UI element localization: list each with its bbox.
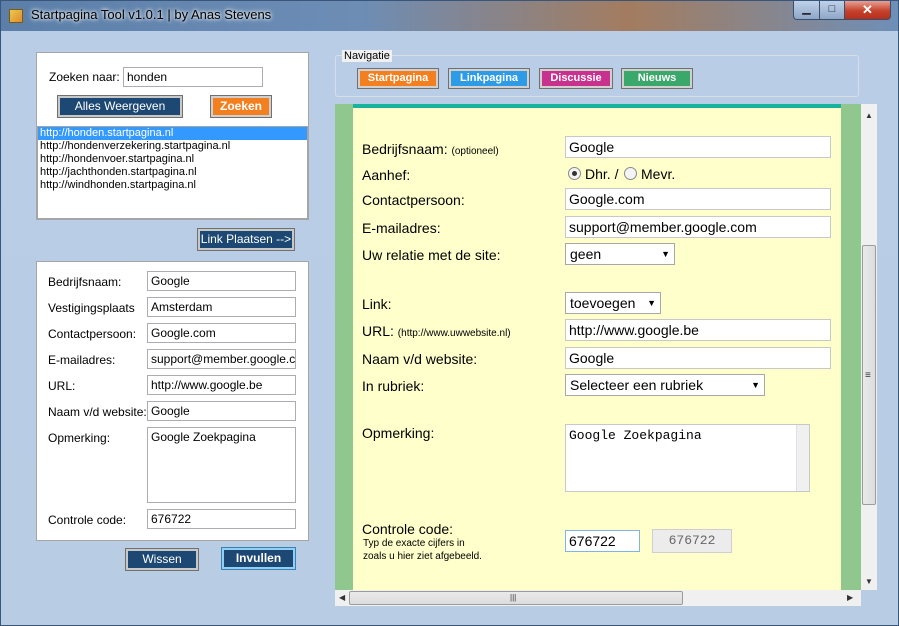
web-link-label: Link: — [362, 296, 392, 312]
web-salutation-label: Aanhef: — [362, 167, 411, 183]
location-field[interactable]: Amsterdam — [147, 297, 296, 317]
web-url-note: (http://www.uwwebsite.nl) — [397, 328, 511, 339]
radio-dhr[interactable] — [568, 167, 581, 180]
web-remark-label: Opmerking: — [362, 425, 435, 441]
vertical-grip-icon: ≡ — [865, 370, 871, 381]
chevron-down-icon: ▼ — [661, 249, 670, 259]
web-remark-text: Google Zoekpagina — [569, 428, 702, 443]
result-item[interactable]: http://honden.startpagina.nl — [38, 127, 307, 140]
email-label: E-mailadres: — [48, 353, 116, 367]
web-code-input[interactable]: 676722 — [565, 530, 640, 552]
maximize-button[interactable]: □ — [819, 1, 845, 20]
web-site-name-input[interactable]: Google — [565, 347, 831, 369]
link-select[interactable]: toevoegen ▼ — [565, 292, 661, 314]
nav-startpagina-button[interactable]: Startpagina — [357, 68, 439, 89]
chevron-down-icon: ▼ — [647, 298, 656, 308]
web-email-label: E-mailadres: — [362, 220, 441, 236]
web-contact-input[interactable]: Google.com — [565, 188, 831, 210]
remark-field[interactable]: Google Zoekpagina — [147, 427, 296, 503]
result-item[interactable]: http://jachthonden.startpagina.nl — [38, 166, 307, 179]
right-green-border — [841, 104, 861, 590]
web-company-label: Bedrijfsnaam: (optioneel) — [362, 141, 499, 157]
place-link-button[interactable]: Link Plaatsen --> — [197, 228, 295, 251]
web-email-input[interactable]: support@member.google.com — [565, 216, 831, 238]
code-field[interactable]: 676722 — [147, 509, 296, 529]
remark-label: Opmerking: — [48, 431, 111, 445]
company-field[interactable]: Google — [147, 271, 296, 291]
web-url-label: URL: (http://www.uwwebsite.nl) — [362, 323, 511, 339]
scroll-left-icon[interactable]: ◀ — [339, 593, 345, 602]
url-field[interactable]: http://www.google.be — [147, 375, 296, 395]
web-site-name-label: Naam v/d website: — [362, 351, 478, 367]
website-name-label: Naam v/d website: — [48, 405, 147, 419]
link-select-value: toevoegen — [570, 295, 636, 311]
scroll-right-icon[interactable]: ▶ — [847, 593, 853, 602]
radio-dhr-label: Dhr. / — [585, 166, 619, 182]
web-category-label: In rubriek: — [362, 378, 425, 394]
website-name-field[interactable]: Google — [147, 401, 296, 421]
radio-mevr-label: Mevr. — [641, 166, 676, 182]
horizontal-grip-icon: ||| — [510, 593, 517, 602]
captcha-image: 676722 — [652, 529, 732, 553]
category-select[interactable]: Selecteer een rubriek ▼ — [565, 374, 765, 396]
relation-select-value: geen — [570, 246, 602, 262]
close-button[interactable]: ✕ — [844, 1, 891, 20]
result-item[interactable]: http://hondenverzekering.startpagina.nl — [38, 140, 307, 153]
results-listbox[interactable]: http://honden.startpagina.nl http://hond… — [37, 126, 308, 219]
title-bar[interactable]: Startpagina Tool v1.0.1 | by Anas Steven… — [1, 1, 898, 31]
navigation-title: Navigatie — [342, 50, 392, 62]
radio-mevr[interactable] — [624, 167, 637, 180]
company-label: Bedrijfsnaam: — [48, 275, 122, 289]
web-company-note: (optioneel) — [451, 146, 499, 157]
scroll-down-icon[interactable]: ▼ — [865, 577, 873, 586]
minimize-button[interactable]: ▁ — [793, 1, 820, 20]
search-input[interactable]: honden — [123, 67, 263, 87]
show-all-button[interactable]: Alles Weergeven — [57, 95, 183, 118]
result-item[interactable]: http://hondenvoer.startpagina.nl — [38, 153, 307, 166]
scroll-up-icon[interactable]: ▲ — [865, 111, 873, 120]
category-select-value: Selecteer een rubriek — [570, 377, 704, 393]
search-label: Zoeken naar: — [49, 70, 120, 84]
clear-button[interactable]: Wissen — [125, 548, 199, 571]
nav-discussie-button[interactable]: Discussie — [539, 68, 613, 89]
app-icon — [9, 9, 23, 23]
web-url-input[interactable]: http://www.google.be — [565, 319, 831, 341]
web-company-input[interactable]: Google — [565, 136, 831, 158]
location-label: Vestigingsplaats — [48, 301, 135, 315]
web-relation-label: Uw relatie met de site: — [362, 247, 501, 263]
code-hint-line2: zoals u hier ziet afgebeeld. — [363, 551, 482, 562]
web-contact-label: Contactpersoon: — [362, 192, 465, 208]
web-remark-textarea[interactable]: Google Zoekpagina — [565, 424, 810, 492]
relation-select[interactable]: geen ▼ — [565, 243, 675, 265]
contact-field[interactable]: Google.com — [147, 323, 296, 343]
url-label: URL: — [48, 379, 76, 393]
email-field[interactable]: support@member.google.com — [147, 349, 296, 369]
code-hint-line1: Typ de exacte cijfers in — [363, 538, 465, 549]
code-label: Controle code: — [48, 513, 127, 527]
web-code-label: Controle code: — [362, 521, 454, 537]
search-button[interactable]: Zoeken — [210, 95, 272, 118]
web-browser[interactable]: Bedrijfsnaam: (optioneel) Google Aanhef:… — [335, 104, 861, 606]
contact-label: Contactpersoon: — [48, 327, 137, 341]
result-item[interactable]: http://windhonden.startpagina.nl — [38, 179, 307, 192]
fill-button[interactable]: Invullen — [221, 547, 296, 570]
textarea-scrollbar[interactable] — [796, 425, 809, 491]
chevron-down-icon: ▼ — [751, 380, 760, 390]
window-title: Startpagina Tool v1.0.1 | by Anas Steven… — [31, 7, 272, 22]
nav-nieuws-button[interactable]: Nieuws — [621, 68, 693, 89]
nav-linkpagina-button[interactable]: Linkpagina — [448, 68, 530, 89]
left-green-border — [335, 104, 353, 590]
